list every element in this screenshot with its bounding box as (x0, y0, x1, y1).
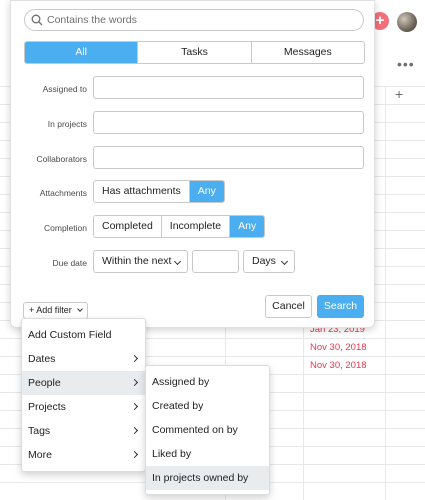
chevron-down-icon (77, 306, 84, 312)
menu-item-label: Projects (28, 401, 66, 413)
search-placeholder: Contains the words (47, 14, 137, 26)
submenu-item-assigned-by[interactable]: Assigned by (146, 370, 269, 394)
has-attachments-option[interactable]: Has attachments (94, 181, 190, 202)
due-date-cell: Nov 30, 2018 (310, 360, 367, 371)
tab-tasks[interactable]: Tasks (138, 42, 252, 63)
menu-item-label: More (28, 449, 52, 461)
collaborators-label: Collaborators (36, 154, 87, 164)
chevron-right-icon (130, 354, 139, 363)
add-filter-label: + Add filter (29, 305, 72, 315)
due-date-cell: Nov 30, 2018 (310, 342, 367, 353)
due-date-range-value: Within the next (102, 255, 172, 267)
menu-item-people[interactable]: People (22, 371, 145, 395)
menu-item-dates[interactable]: Dates (22, 347, 145, 371)
tab-all[interactable]: All (25, 42, 139, 63)
chevron-right-icon (130, 426, 139, 435)
submenu-item-label: Liked by (152, 448, 192, 460)
chevron-down-icon (173, 257, 182, 266)
chevron-down-icon (280, 257, 289, 266)
submenu-item-liked-by[interactable]: Liked by (146, 442, 269, 466)
in-projects-label: In projects (47, 119, 87, 129)
completion-toggle: Completed Incomplete Any (93, 215, 266, 238)
submenu-item-commented-on-by[interactable]: Commented on by (146, 418, 269, 442)
avatar[interactable] (397, 12, 417, 32)
completion-label: Completion (44, 223, 87, 233)
search-input[interactable]: Contains the words (24, 9, 364, 31)
people-submenu: Assigned by Created by Commented on by L… (145, 365, 270, 495)
chevron-right-icon (130, 402, 139, 411)
menu-item-projects[interactable]: Projects (22, 395, 145, 419)
cancel-button[interactable]: Cancel (265, 295, 312, 318)
assigned-to-field[interactable] (93, 76, 364, 99)
due-date-amount-input[interactable] (192, 250, 239, 273)
attachments-label: Attachments (39, 188, 87, 198)
search-icon (31, 14, 43, 26)
chevron-right-icon (130, 450, 139, 459)
submenu-item-created-by[interactable]: Created by (146, 394, 269, 418)
in-projects-field[interactable] (93, 111, 364, 134)
attachments-any-option[interactable]: Any (189, 181, 224, 202)
submenu-item-label: Created by (152, 400, 204, 412)
menu-item-label: Add Custom Field (28, 329, 112, 341)
more-icon[interactable]: ••• (397, 56, 415, 72)
due-date-unit-value: Days (252, 255, 276, 267)
menu-item-label: People (28, 377, 61, 389)
attachments-toggle: Has attachments Any (93, 180, 225, 203)
submenu-item-in-projects-owned-by[interactable]: In projects owned by (146, 466, 269, 490)
due-date-unit-select[interactable]: Days (243, 250, 295, 273)
assigned-to-label: Assigned to (42, 84, 87, 94)
completed-option[interactable]: Completed (94, 216, 162, 237)
submenu-item-label: Assigned by (152, 376, 210, 388)
chevron-right-icon (130, 378, 139, 387)
due-date-range-select[interactable]: Within the next (93, 250, 188, 273)
collaborators-field[interactable] (93, 146, 364, 169)
tab-messages[interactable]: Messages (252, 42, 364, 63)
completion-any-option[interactable]: Any (230, 216, 265, 237)
add-filter-menu: Add Custom Field Dates People Projects T… (21, 318, 146, 472)
incomplete-option[interactable]: Incomplete (161, 216, 231, 237)
search-button[interactable]: Search (317, 295, 364, 318)
submenu-item-label: In projects owned by (152, 472, 249, 484)
due-date-label: Due date (52, 258, 88, 268)
menu-item-tags[interactable]: Tags (22, 419, 145, 443)
add-column-icon[interactable]: + (395, 86, 403, 102)
submenu-item-label: Commented on by (152, 424, 238, 436)
menu-item-add-custom-field[interactable]: Add Custom Field (22, 323, 145, 347)
menu-item-label: Dates (28, 353, 56, 365)
menu-item-label: Tags (28, 425, 51, 437)
advanced-search-panel: Contains the words All Tasks Messages As… (10, 0, 375, 328)
result-type-tabs: All Tasks Messages (24, 41, 365, 64)
menu-item-more[interactable]: More (22, 443, 145, 467)
add-filter-button[interactable]: + Add filter (23, 302, 89, 319)
